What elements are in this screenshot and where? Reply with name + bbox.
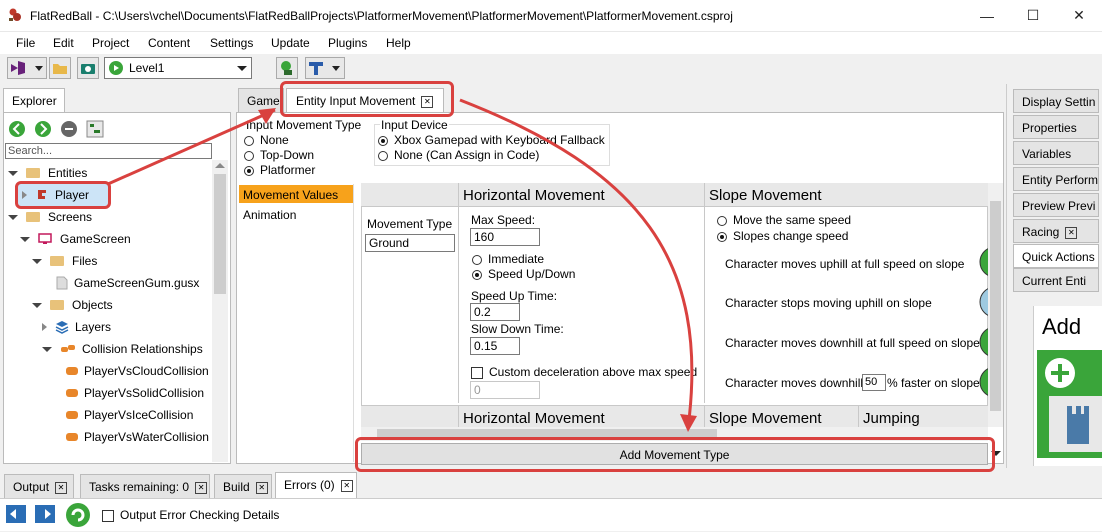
annotation-arrows [107, 98, 697, 432]
